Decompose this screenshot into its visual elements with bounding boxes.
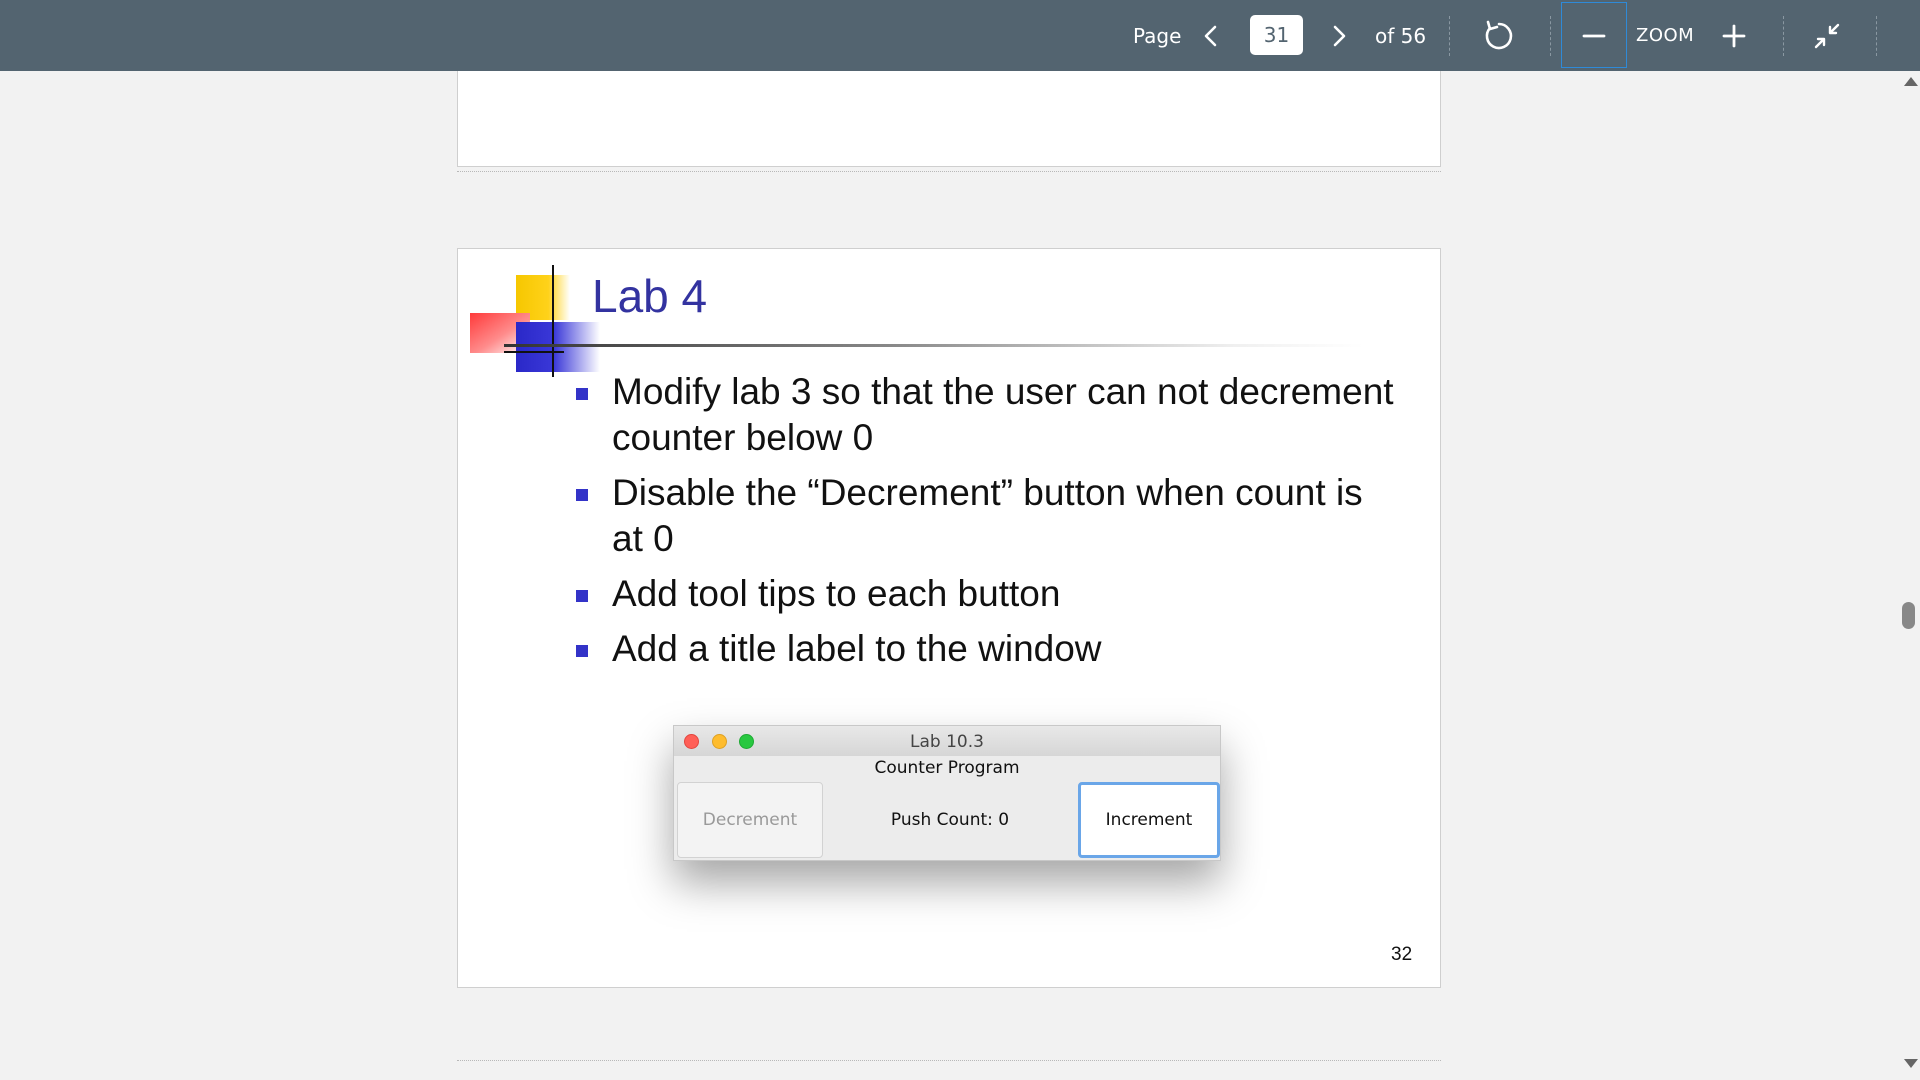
exit-fullscreen-button[interactable] xyxy=(1805,14,1849,58)
window-titlebar: Lab 10.3 xyxy=(674,726,1220,756)
bullet-list: Modify lab 3 so that the user can not de… xyxy=(576,369,1396,681)
zoom-out-button[interactable] xyxy=(1561,2,1627,68)
next-page-button[interactable] xyxy=(1316,14,1360,58)
bullet-square-icon xyxy=(576,645,588,657)
increment-button: Increment xyxy=(1078,782,1220,858)
plus-icon xyxy=(1722,24,1746,48)
list-item: Disable the “Decrement” button when coun… xyxy=(576,470,1396,562)
slide-title: Lab 4 xyxy=(592,270,708,322)
viewer-toolbar: Page of 56 ZOOM xyxy=(0,0,1920,71)
page-number-input[interactable] xyxy=(1250,15,1303,55)
rotate-icon xyxy=(1485,20,1513,50)
list-item: Add tool tips to each button xyxy=(576,571,1396,617)
toolbar-divider xyxy=(1876,16,1877,56)
bullet-square-icon xyxy=(576,590,588,602)
toolbar-divider xyxy=(1783,16,1784,56)
toolbar-divider xyxy=(1550,16,1551,56)
collapse-icon xyxy=(1814,23,1840,49)
bullet-square-icon xyxy=(576,489,588,501)
minus-icon xyxy=(1582,34,1606,38)
page-separator xyxy=(457,171,1441,172)
page-label: Page xyxy=(1133,24,1182,48)
total-pages-label: of 56 xyxy=(1375,24,1427,48)
rotate-button[interactable] xyxy=(1476,14,1522,58)
slide-page: Lab 4 Modify lab 3 so that the user can … xyxy=(457,248,1441,988)
page-separator xyxy=(457,1060,1441,1061)
push-count-label: Push Count: 0 xyxy=(890,810,1010,830)
scroll-up-arrow-icon[interactable] xyxy=(1904,77,1918,86)
decrement-button: Decrement xyxy=(677,782,823,858)
title-underline xyxy=(504,344,1364,347)
zoom-in-button[interactable] xyxy=(1712,14,1756,58)
chevron-left-icon xyxy=(1204,25,1217,47)
vertical-scrollbar[interactable] xyxy=(1898,71,1920,1080)
chevron-right-icon xyxy=(1333,25,1346,47)
slide-logo xyxy=(470,257,610,377)
window-subtitle: Counter Program xyxy=(874,758,1020,778)
zoom-label: ZOOM xyxy=(1636,25,1695,46)
previous-page-sheet xyxy=(457,71,1441,167)
previous-page-button[interactable] xyxy=(1190,14,1234,58)
bullet-square-icon xyxy=(576,388,588,400)
scroll-down-arrow-icon[interactable] xyxy=(1904,1059,1918,1068)
window-title: Lab 10.3 xyxy=(910,732,984,752)
toolbar-divider xyxy=(1449,16,1450,56)
slide-page-number: 32 xyxy=(1391,944,1413,965)
list-item: Modify lab 3 so that the user can not de… xyxy=(576,369,1396,461)
counter-window-screenshot: Lab 10.3 Counter Program Decrement Push … xyxy=(673,725,1221,861)
document-viewer[interactable]: Lab 4 Modify lab 3 so that the user can … xyxy=(0,71,1900,1080)
list-item: Add a title label to the window xyxy=(576,626,1396,672)
scroll-thumb[interactable] xyxy=(1902,602,1915,629)
